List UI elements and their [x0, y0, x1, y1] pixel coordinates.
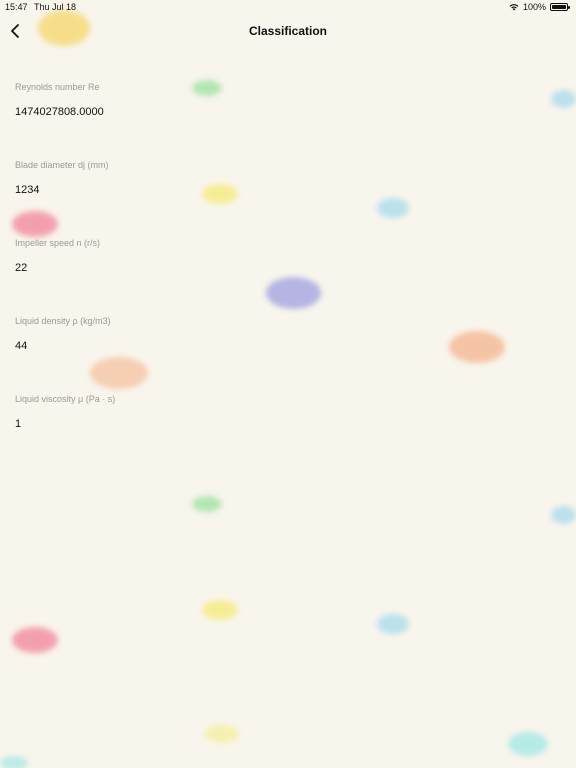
- background-blob: [192, 496, 222, 512]
- background-blob: [551, 506, 576, 524]
- field-reynolds-number: Reynolds number Re 1474027808.0000: [15, 82, 561, 160]
- field-label: Impeller speed n (r/s): [15, 238, 101, 248]
- background-blob: [508, 732, 548, 756]
- battery-percentage: 100%: [522, 2, 546, 12]
- field-label: Liquid density ρ (kg/m3): [15, 316, 111, 326]
- status-time: 15:47: [5, 2, 28, 12]
- reynolds-number-value: 1474027808.0000: [15, 106, 104, 118]
- background-blob: [205, 725, 239, 743]
- liquid-viscosity-input[interactable]: 1: [15, 418, 561, 430]
- navigation-bar: Classification: [0, 16, 576, 46]
- wifi-icon: [509, 4, 519, 11]
- background-blob: [0, 756, 28, 768]
- liquid-density-input[interactable]: 44: [15, 340, 561, 352]
- status-indicators: 100%: [509, 2, 570, 12]
- battery-icon: [550, 3, 570, 11]
- background-blob: [202, 600, 238, 620]
- field-label: Reynolds number Re: [15, 82, 100, 92]
- field-blade-diameter: Blade diameter dj (mm) 1234: [15, 160, 561, 238]
- field-label: Blade diameter dj (mm): [15, 160, 109, 170]
- background-blob: [377, 614, 409, 634]
- background-blob: [12, 627, 58, 653]
- page-title: Classification: [248, 24, 328, 38]
- blade-diameter-input[interactable]: 1234: [15, 184, 561, 196]
- status-date: Thu Jul 18: [34, 2, 77, 12]
- status-bar: 15:47 Thu Jul 18 100%: [0, 0, 576, 14]
- field-liquid-density: Liquid density ρ (kg/m3) 44: [15, 316, 561, 394]
- field-liquid-viscosity: Liquid viscosity μ (Pa · s) 1: [15, 394, 561, 472]
- field-label: Liquid viscosity μ (Pa · s): [15, 394, 116, 404]
- impeller-speed-input[interactable]: 22: [15, 262, 561, 274]
- field-impeller-speed: Impeller speed n (r/s) 22: [15, 238, 561, 316]
- form-list: Reynolds number Re 1474027808.0000 Blade…: [15, 82, 561, 472]
